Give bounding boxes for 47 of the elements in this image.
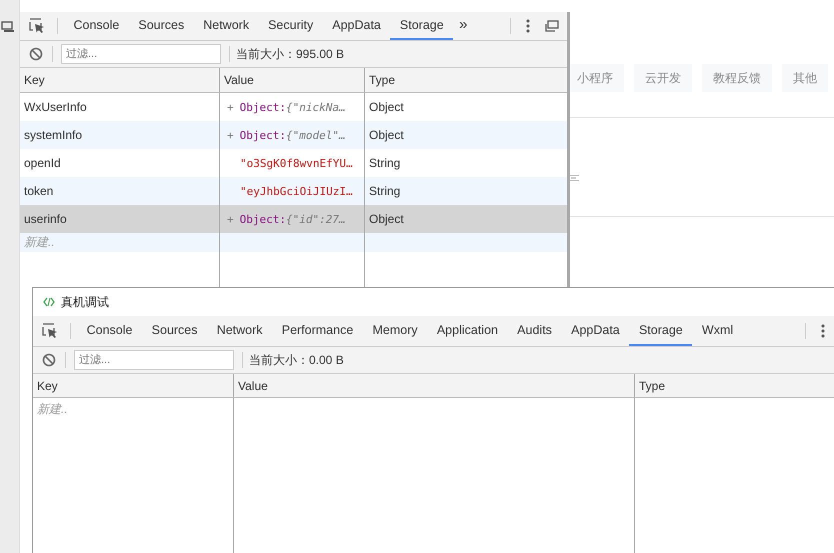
storage-size: 当前大小：0.00 B (249, 352, 344, 368)
table-cell[interactable]: token (20, 177, 220, 205)
table-cell[interactable] (365, 233, 567, 252)
tab[interactable]: Network (207, 316, 272, 346)
table-cell[interactable]: + Object:{"model"… (220, 121, 365, 149)
tab[interactable]: Network (194, 12, 259, 40)
tab[interactable]: AppData (562, 316, 630, 346)
column-header[interactable]: Value (234, 374, 635, 398)
tab[interactable]: Audits (508, 316, 562, 346)
table-cell[interactable] (220, 233, 365, 252)
filter-field[interactable]: 过滤... (61, 44, 221, 64)
inspect-icon[interactable] (42, 323, 58, 339)
table-cell[interactable]: + Object:{"id":27… (220, 205, 365, 233)
tab[interactable]: Console (77, 316, 142, 346)
table-cell[interactable]: Object (365, 121, 567, 149)
column-header[interactable]: Value (220, 68, 365, 93)
inspect-icon[interactable] (29, 18, 45, 34)
tab[interactable]: Performance (272, 316, 363, 346)
table-cell[interactable]: Object (365, 205, 567, 233)
storage-size: 当前大小：995.00 B (236, 46, 344, 62)
tab[interactable]: Memory (362, 316, 428, 346)
dock-icon[interactable] (1, 21, 15, 33)
column-header[interactable]: Type (365, 68, 567, 93)
clear-icon[interactable] (42, 353, 56, 367)
table-cell[interactable]: String (365, 177, 567, 205)
tab[interactable]: Sources (142, 316, 208, 346)
menu-icon[interactable] (526, 19, 530, 33)
menu-icon[interactable] (821, 324, 825, 338)
more-tabs-button[interactable]: » (453, 16, 474, 36)
tab[interactable]: Wxml (692, 316, 743, 346)
tab[interactable]: Console (64, 12, 129, 40)
code-icon (43, 297, 55, 307)
table-cell[interactable]: systemInfo (20, 121, 220, 149)
table-cell[interactable]: "eyJhbGciOiJIUzI… (220, 177, 365, 205)
tab[interactable]: Security (258, 12, 323, 40)
tab[interactable]: Sources (128, 12, 194, 40)
table-cell[interactable]: userinfo (20, 205, 220, 233)
clear-icon[interactable] (29, 47, 43, 61)
list-icon (569, 174, 579, 182)
filter-field[interactable]: 过滤... (74, 350, 234, 370)
column-header[interactable]: Key (33, 374, 234, 398)
window-title: 真机调试 (61, 294, 109, 310)
column-header[interactable]: Type (635, 374, 834, 398)
tab[interactable]: AppData (322, 12, 390, 40)
undock-icon[interactable] (545, 20, 559, 32)
column-header[interactable]: Key (20, 68, 220, 93)
tab[interactable]: Application (427, 316, 508, 346)
